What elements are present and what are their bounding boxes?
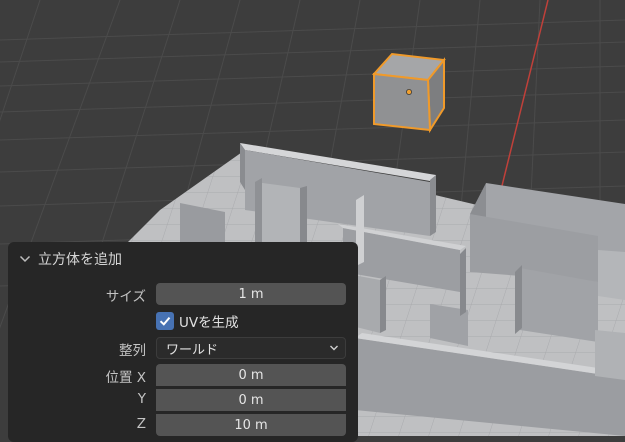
location-y-row: Y 0 m (8, 388, 358, 412)
size-field[interactable]: 1 m (156, 283, 346, 305)
location-x-field[interactable]: 0 m (156, 364, 346, 386)
generate-uvs-toggle[interactable]: UVを生成 (156, 311, 239, 331)
panel-header[interactable]: 立方体を追加 (18, 248, 122, 270)
chevron-down-icon (19, 255, 31, 263)
location-x-label: 位置 X (105, 370, 146, 386)
align-selected-value: ワールド (166, 342, 219, 358)
chevron-down-icon (330, 345, 338, 351)
location-z-field[interactable]: 10 m (156, 414, 346, 436)
location-y-label: Y (137, 391, 146, 407)
location-z-row: Z 10 m (8, 413, 358, 437)
location-z-label: Z (136, 416, 146, 432)
size-row: サイズ 1 m (8, 282, 358, 306)
checkmark-icon (159, 316, 171, 326)
generate-uvs-checkbox[interactable] (156, 312, 174, 330)
selected-cube (371, 52, 446, 134)
generate-uvs-label: UVを生成 (179, 315, 239, 331)
panel-title: 立方体を追加 (38, 252, 122, 268)
generate-uvs-row: UVを生成 (8, 309, 358, 333)
location-x-row: 位置 X 0 m (8, 363, 358, 387)
align-label: 整列 (119, 343, 146, 359)
location-y-field[interactable]: 0 m (156, 389, 346, 411)
align-dropdown[interactable]: ワールド (156, 337, 346, 359)
add-cube-operator-panel: 立方体を追加 サイズ 1 m UVを生成 整列 ワールド 位置 X 0 m Y (8, 242, 358, 442)
align-row: 整列 ワールド (8, 336, 358, 360)
size-label: サイズ (105, 289, 146, 305)
